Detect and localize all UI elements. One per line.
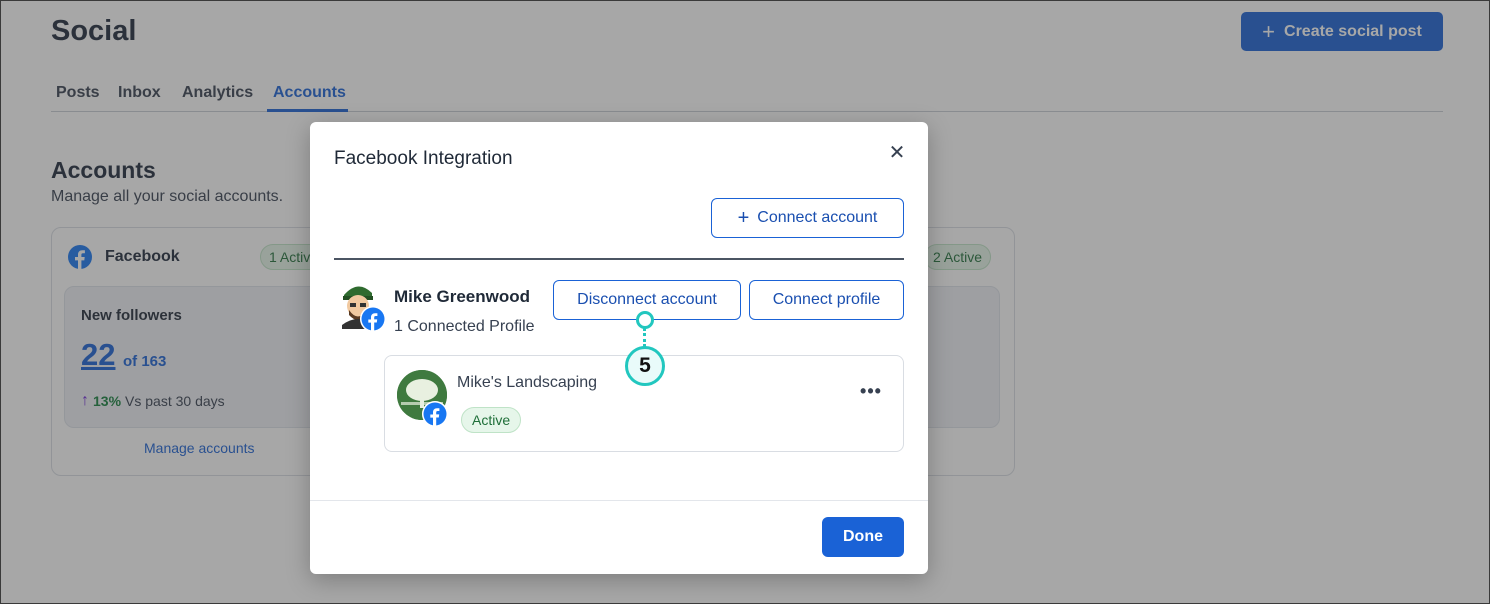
plus-icon: + [737,207,750,229]
connect-profile-button[interactable]: Connect profile [749,280,904,320]
app-frame: Social + Create social post Posts Inbox … [0,0,1490,604]
status-badge: Active [461,407,522,433]
facebook-icon [360,306,386,332]
modal-title: Facebook Integration [334,148,513,169]
more-horizontal-icon[interactable]: ••• [857,382,885,404]
connect-account-label: Connect account [757,209,878,226]
close-icon[interactable]: ✕ [885,141,909,165]
avatar [336,279,386,332]
account-name: Mike Greenwood [394,287,531,306]
connect-account-button[interactable]: + Connect account [711,198,904,238]
account-subtitle: 1 Connected Profile [394,318,535,335]
divider [334,258,904,260]
step-callout: 5 [625,346,665,386]
done-button[interactable]: Done [822,517,904,557]
footer-divider [310,500,928,501]
facebook-icon [422,401,448,427]
facebook-integration-modal: Facebook Integration ✕ + Connect account [310,122,928,574]
callout-connector [643,328,646,347]
callout-pointer [636,311,654,329]
profile-name: Mike's Landscaping [457,374,598,391]
